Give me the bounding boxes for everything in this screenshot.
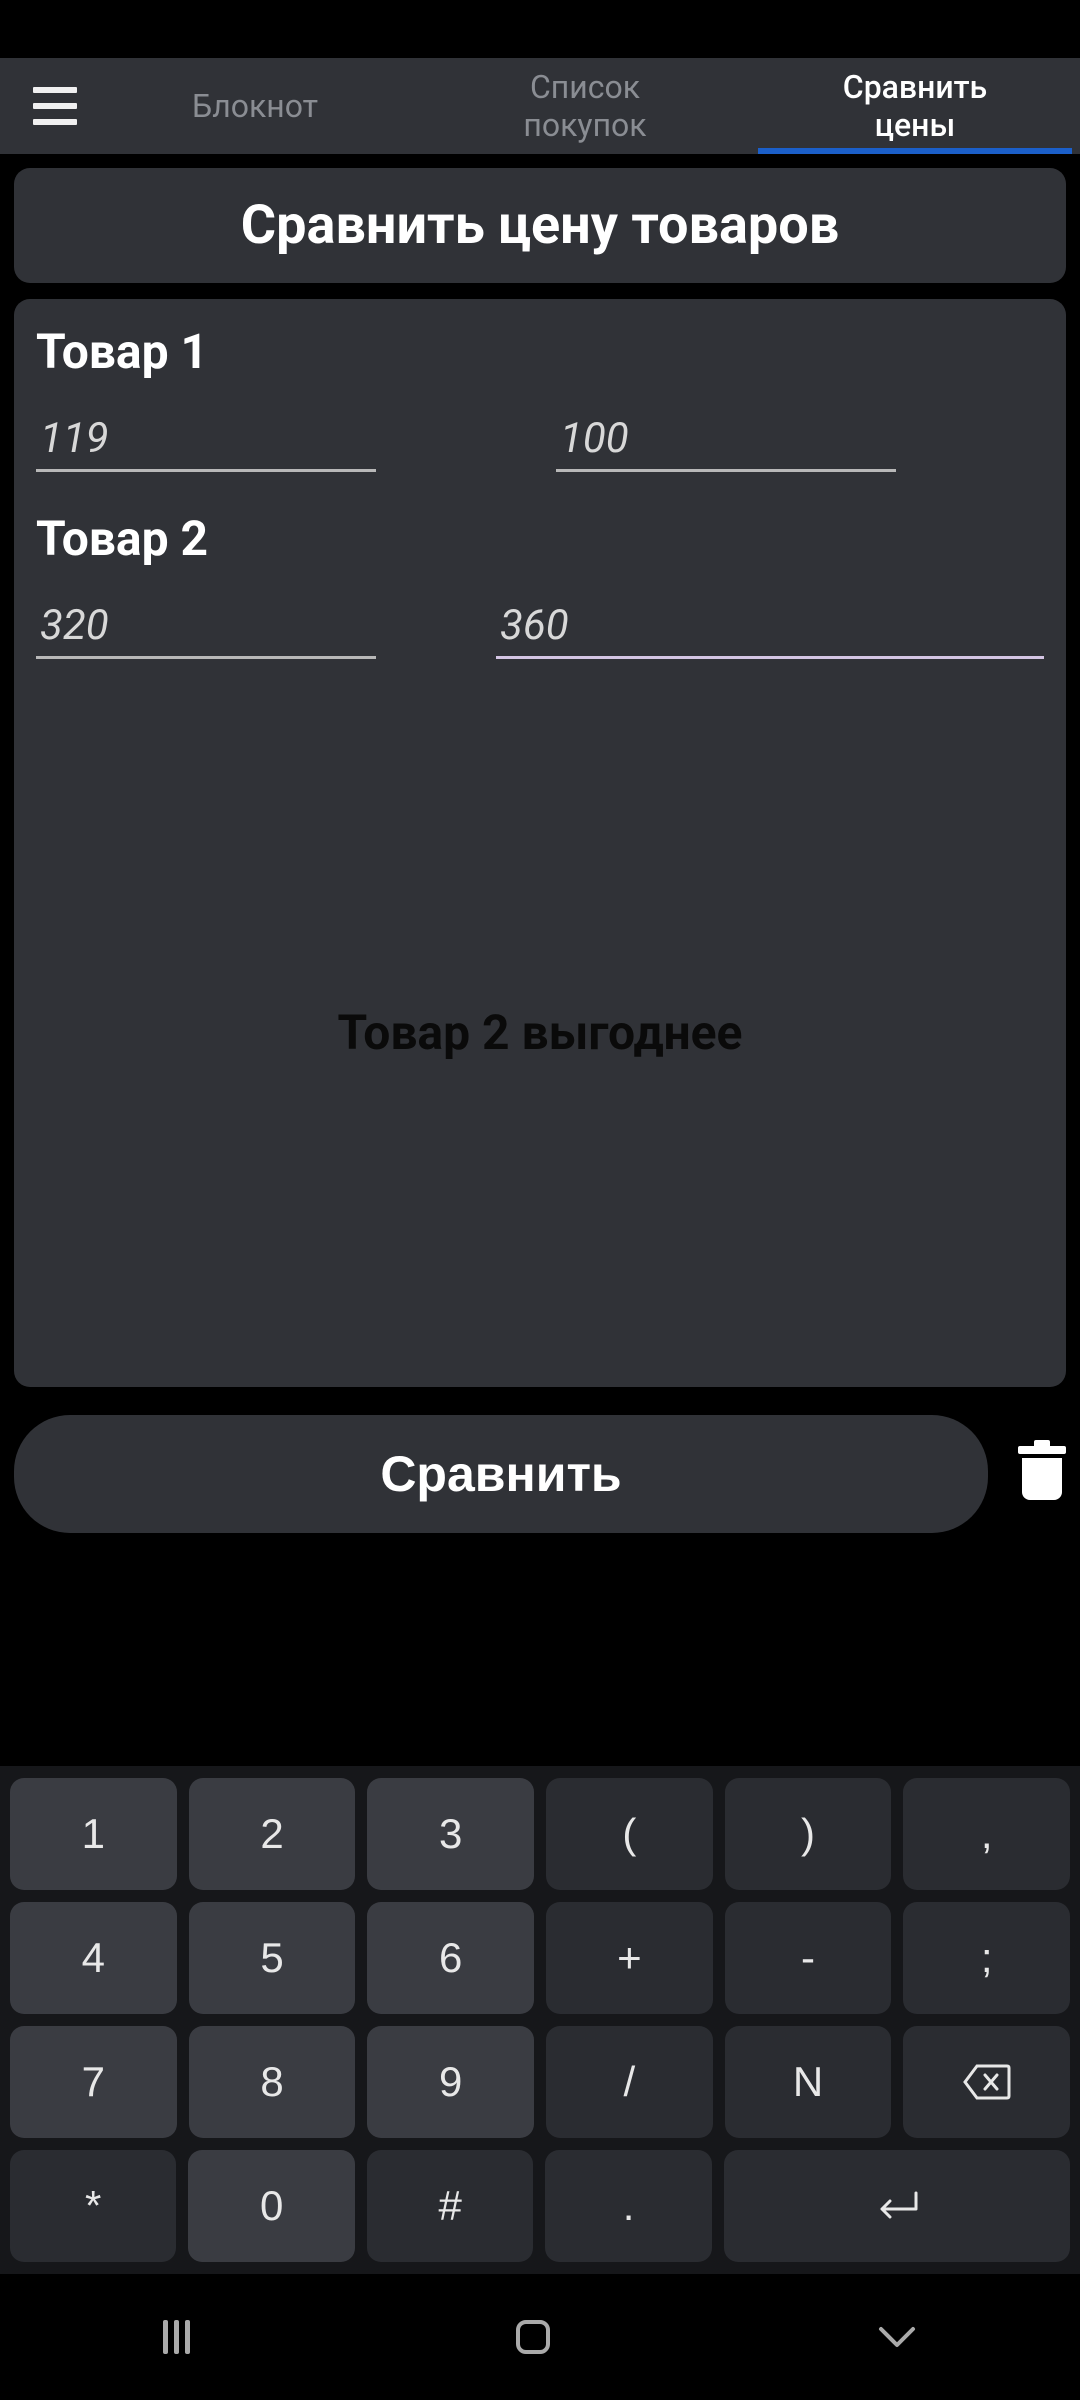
- compare-card: Товар 1 Товар 2 Товар 2 выгоднее: [14, 299, 1066, 1387]
- tab-notepad[interactable]: Блокнот: [90, 58, 420, 154]
- key-paren-close[interactable]: ): [725, 1778, 892, 1890]
- key-dot[interactable]: .: [545, 2150, 711, 2262]
- product-2-quantity-input[interactable]: [496, 595, 1044, 659]
- product-2-price-input[interactable]: [36, 595, 376, 659]
- key-plus[interactable]: +: [546, 1902, 713, 2014]
- product-1-inputs: [36, 408, 1044, 472]
- product-1-price-input[interactable]: [36, 408, 376, 472]
- tab-shopping-list[interactable]: Список покупок: [420, 58, 750, 154]
- key-paren-open[interactable]: (: [546, 1778, 713, 1890]
- key-2[interactable]: 2: [189, 1778, 356, 1890]
- nav-home-icon[interactable]: [516, 2320, 550, 2354]
- key-asterisk[interactable]: *: [10, 2150, 176, 2262]
- tab-compare-prices[interactable]: Сравнить цены: [750, 58, 1080, 154]
- key-9[interactable]: 9: [367, 2026, 534, 2138]
- action-row: Сравнить: [0, 1401, 1080, 1547]
- tab-label: Сравнить цены: [843, 68, 987, 145]
- key-6[interactable]: 6: [367, 1902, 534, 2014]
- trash-icon[interactable]: [1018, 1446, 1066, 1502]
- comparison-result: Товар 2 выгоднее: [36, 737, 1044, 1327]
- status-bar: [0, 0, 1080, 58]
- key-enter[interactable]: [724, 2150, 1070, 2262]
- page-title: Сравнить цену товаров: [14, 168, 1066, 283]
- product-1-quantity-input[interactable]: [556, 408, 896, 472]
- tab-label: Список покупок: [523, 68, 646, 145]
- compare-button-label: Сравнить: [380, 1446, 621, 1502]
- key-5[interactable]: 5: [189, 1902, 356, 2014]
- nav-recents-icon[interactable]: [163, 2320, 190, 2354]
- numeric-keyboard: 1 2 3 ( ) , 4 5 6 + - ; 7 8 9 / N * 0 # …: [0, 1766, 1080, 2274]
- page-title-text: Сравнить цену товаров: [241, 194, 839, 257]
- key-3[interactable]: 3: [367, 1778, 534, 1890]
- key-semicolon[interactable]: ;: [903, 1902, 1070, 2014]
- tab-label: Блокнот: [192, 87, 318, 125]
- key-4[interactable]: 4: [10, 1902, 177, 2014]
- nav-back-icon[interactable]: [877, 2325, 917, 2349]
- key-7[interactable]: 7: [10, 2026, 177, 2138]
- key-slash[interactable]: /: [546, 2026, 713, 2138]
- key-0[interactable]: 0: [188, 2150, 354, 2262]
- key-8[interactable]: 8: [189, 2026, 356, 2138]
- product-2-label: Товар 2: [36, 510, 1044, 567]
- product-2-inputs: [36, 595, 1044, 659]
- app-toolbar: Блокнот Список покупок Сравнить цены: [0, 58, 1080, 154]
- key-comma[interactable]: ,: [903, 1778, 1070, 1890]
- key-backspace[interactable]: [903, 2026, 1070, 2138]
- hamburger-menu-icon[interactable]: [0, 58, 90, 154]
- tab-bar: Блокнот Список покупок Сравнить цены: [90, 58, 1080, 154]
- system-nav-bar: [0, 2274, 1080, 2400]
- compare-button[interactable]: Сравнить: [14, 1415, 988, 1533]
- key-1[interactable]: 1: [10, 1778, 177, 1890]
- key-n[interactable]: N: [725, 2026, 892, 2138]
- main-content: Сравнить цену товаров Товар 1 Товар 2 То…: [0, 154, 1080, 1401]
- key-minus[interactable]: -: [725, 1902, 892, 2014]
- key-hash[interactable]: #: [367, 2150, 533, 2262]
- product-1-label: Товар 1: [36, 323, 1044, 380]
- result-text: Товар 2 выгоднее: [338, 1004, 743, 1061]
